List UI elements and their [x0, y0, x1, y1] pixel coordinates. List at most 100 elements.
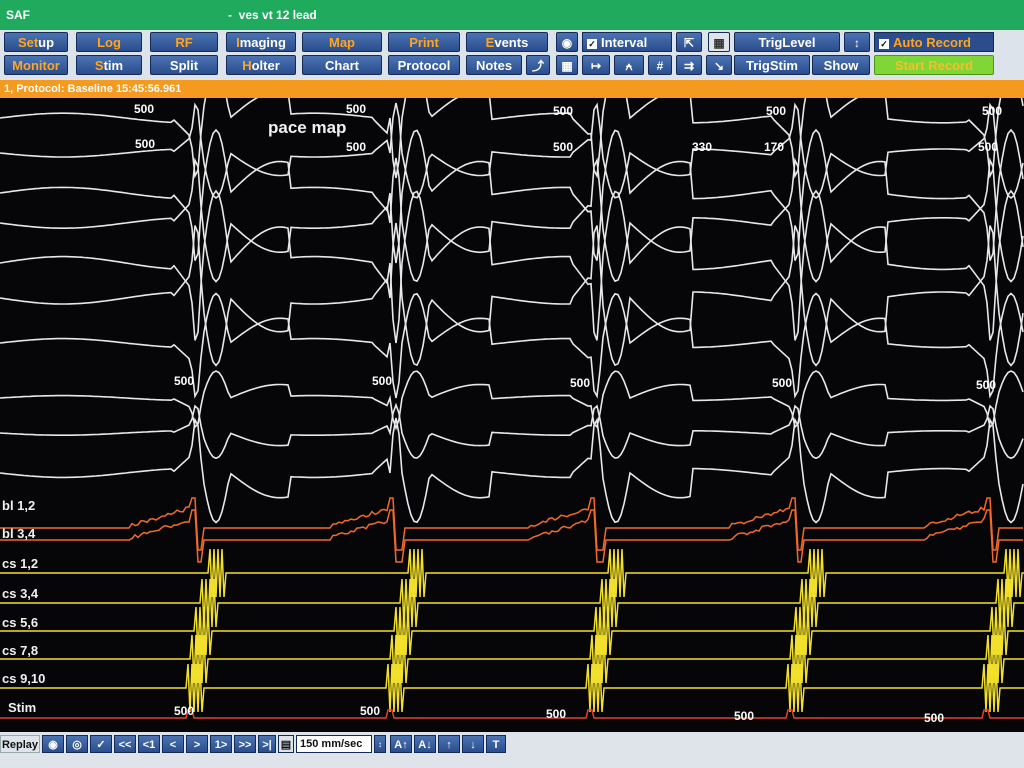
sweep-speed-select[interactable]: 150 mm/sec: [296, 735, 372, 753]
forward-button[interactable]: >: [186, 735, 208, 753]
amplitude-down-button[interactable]: A↓: [414, 735, 436, 753]
start-record-button[interactable]: Start Record: [874, 55, 994, 75]
app-name: SAF: [6, 8, 30, 22]
holter-button[interactable]: Holter: [226, 55, 296, 75]
setup-button[interactable]: Setup: [4, 32, 68, 52]
channel-label-cs34: cs 3,4: [2, 586, 39, 601]
trig-level-button[interactable]: TrigLevel: [734, 32, 840, 52]
interval-stim-4: 500: [734, 709, 754, 723]
interval-top-4: 500: [766, 104, 786, 118]
auto-record-checkbox[interactable]: ✓ Auto Record: [874, 32, 994, 52]
camera-icon[interactable]: ◉: [556, 32, 578, 52]
interval-top-1: 500: [134, 102, 154, 116]
interval-second-4: 330: [692, 140, 712, 154]
forward-fast-button[interactable]: >>: [234, 735, 256, 753]
channel-up-button[interactable]: ↑: [438, 735, 460, 753]
log-hotkey: Log: [97, 35, 121, 50]
interval-top-2: 500: [346, 102, 366, 116]
title-bar: SAF - ves vt 12 lead: [0, 0, 1024, 30]
caliper-icon[interactable]: ↦: [582, 55, 610, 75]
interval-second-6: 500: [978, 140, 998, 154]
map-button[interactable]: Map: [302, 32, 382, 52]
log-button[interactable]: Log: [76, 32, 142, 52]
interval-stim-2: 500: [360, 704, 380, 718]
protocol-button[interactable]: Protocol: [388, 55, 460, 75]
interval-second-1: 500: [135, 137, 155, 151]
forward-one-button[interactable]: 1>: [210, 735, 232, 753]
stim-label: tim: [104, 58, 124, 73]
auto-record-check-icon: ✓: [879, 39, 889, 49]
interval-second-3: 500: [553, 140, 573, 154]
hash-icon[interactable]: #: [648, 55, 672, 75]
events-label: vents: [494, 35, 528, 50]
interval-stim-5: 500: [924, 711, 944, 725]
interval-second-5: 170: [764, 140, 784, 154]
channel-down-button[interactable]: ↓: [462, 735, 484, 753]
map-hotkey: Map: [329, 35, 355, 50]
trace-background: [0, 98, 1024, 732]
interval-mid-5: 500: [976, 378, 996, 392]
monitor-button[interactable]: Monitor: [4, 55, 68, 75]
channel-label-stim: Stim: [8, 700, 36, 715]
locate-icon[interactable]: ◎: [66, 735, 88, 753]
split-button[interactable]: Split: [150, 55, 218, 75]
template-button[interactable]: T: [486, 735, 506, 753]
holter-label: olter: [252, 58, 280, 73]
grid-icon[interactable]: ▦: [556, 55, 578, 75]
imaging-button[interactable]: Imaging: [226, 32, 296, 52]
syringe-icon[interactable]: ⤴: [526, 55, 550, 75]
channel-label-cs78: cs 7,8: [2, 643, 38, 658]
interval-checkbox[interactable]: ✓ Interval: [582, 32, 672, 52]
window-title-text: ves vt 12 lead: [239, 8, 317, 22]
replay-button[interactable]: Replay: [0, 735, 40, 753]
window-title: - ves vt 12 lead: [228, 8, 317, 22]
interval-top-5: 500: [982, 104, 1002, 118]
stim-hotkey: S: [95, 58, 104, 73]
stim-button[interactable]: Stim: [76, 55, 142, 75]
back-one-button[interactable]: <1: [138, 735, 160, 753]
record-settings-icon[interactable]: ◉: [42, 735, 64, 753]
interval-stim-3: 500: [546, 707, 566, 721]
interval-top-3: 500: [553, 104, 573, 118]
up-down-arrow-icon[interactable]: ↕: [844, 32, 870, 52]
toolbar: Setup Log RF Imaging Map Print Events ◉ …: [0, 30, 1024, 80]
measure-icon[interactable]: ⍲: [614, 55, 644, 75]
interval-stim-1: 500: [174, 704, 194, 718]
rf-hotkey: RF: [175, 35, 192, 50]
interval-mid-4: 500: [772, 376, 792, 390]
monitor-hotkey: Monitor: [12, 58, 60, 73]
marching-caliper-icon[interactable]: ⇉: [676, 55, 702, 75]
trig-stim-button[interactable]: TrigStim: [734, 55, 810, 75]
check-icon[interactable]: ✓: [90, 735, 112, 753]
interval-mid-3: 500: [570, 376, 590, 390]
print-button[interactable]: Print: [388, 32, 460, 52]
print-hotkey: Print: [409, 35, 439, 50]
go-to-end-button[interactable]: >|: [258, 735, 276, 753]
show-button[interactable]: Show: [812, 55, 870, 75]
cursor-icon[interactable]: ↘: [706, 55, 732, 75]
channel-label-cs12: cs 1,2: [2, 556, 38, 571]
notes-button[interactable]: Notes: [466, 55, 522, 75]
setup-label: up: [38, 35, 54, 50]
interval-label: Interval: [601, 35, 647, 50]
holter-hotkey: H: [242, 58, 251, 73]
channel-label-cs56: cs 5,6: [2, 615, 38, 630]
interval-mid-1: 500: [174, 374, 194, 388]
ecg-trace-area[interactable]: pace map bl 1,2 bl 3,4 cs 1,2 cs 3,4 cs …: [0, 98, 1024, 732]
protocol-status-bar: 1, Protocol: Baseline 15:45:56.961: [0, 80, 1024, 98]
setup-hotkey: Set: [18, 35, 38, 50]
interval-second-2: 500: [346, 140, 366, 154]
rf-button[interactable]: RF: [150, 32, 218, 52]
auto-record-label: Auto Record: [893, 35, 971, 50]
speed-spinner-icon[interactable]: ↕: [374, 735, 386, 753]
calculator-icon[interactable]: ▦: [708, 32, 730, 52]
events-button[interactable]: Events: [466, 32, 548, 52]
channel-label-cs910: cs 9,10: [2, 671, 45, 686]
rewind-fast-button[interactable]: <<: [114, 735, 136, 753]
chart-button[interactable]: Chart: [302, 55, 382, 75]
back-button[interactable]: <: [162, 735, 184, 753]
amplitude-up-button[interactable]: A↑: [390, 735, 412, 753]
lock-icon[interactable]: ▤: [278, 735, 294, 753]
zoom-icon[interactable]: ⇱: [676, 32, 702, 52]
interval-mid-2: 500: [372, 374, 392, 388]
